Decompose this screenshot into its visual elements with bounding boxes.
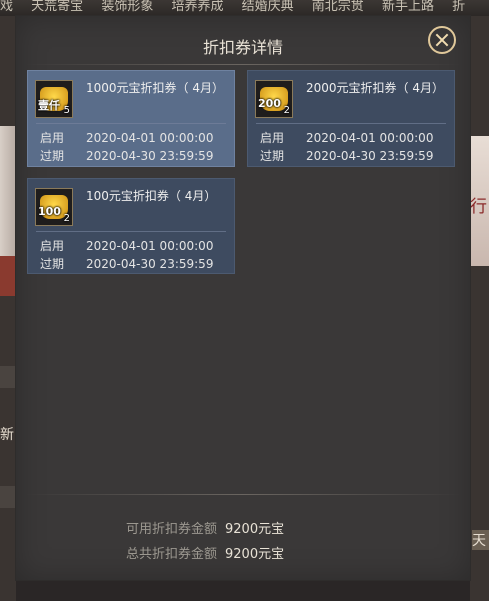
background-character-art [0,126,16,256]
start-label: 启用 [40,131,65,145]
background-left-strip [0,16,16,601]
coupon-name: 1000元宝折扣券（ 4月） [86,81,224,95]
coupon-start-row: 启用 2020-04-01 00:00:00 [40,129,213,146]
available-amount-row: 可用折扣券金额 9200元宝 [126,518,284,537]
top-menu-item[interactable]: 南北宗贯 [312,0,364,14]
start-time: 2020-04-01 00:00:00 [86,131,214,145]
top-menu-item[interactable]: 新手上路 [382,0,434,14]
total-amount-label: 总共折扣券金额 [126,547,218,562]
coupon-start-row: 启用 2020-04-01 00:00:00 [260,129,433,146]
coupon-count: 2 [283,105,290,116]
coupon-gold-icon: 200 2 [255,80,293,118]
top-menu-item[interactable]: 折 [452,0,465,14]
background-top-menu: 戏 天荒寄宝 装饰形象 培养养成 结婚庆典 南北宗贯 新手上路 折 [0,0,489,16]
coupon-icon-denomination: 100 [38,205,61,218]
top-menu-item[interactable]: 装饰形象 [101,0,153,14]
available-amount-value: 9200元宝 [225,522,285,537]
coupon-name: 100元宝折扣券（ 4月） [86,189,217,203]
coupon-count: 5 [63,105,70,116]
top-menu-item[interactable]: 结婚庆典 [242,0,294,14]
start-label: 启用 [40,239,65,253]
coupon-end-row: 过期 2020-04-30 23:59:59 [260,147,433,164]
coupon-name: 2000元宝折扣券（ 4月） [306,81,444,95]
coupon-icon-denomination: 壹仟 [38,99,60,112]
start-time: 2020-04-01 00:00:00 [306,131,434,145]
background-right-strip [470,16,489,601]
total-amount-row: 总共折扣券金额 9200元宝 [126,543,284,562]
top-menu-item[interactable]: 戏 [0,0,13,14]
coupon-card-2000[interactable]: 200 2 2000元宝折扣券（ 4月） 启用 2020-04-01 00:00:… [247,70,455,167]
end-time: 2020-04-30 23:59:59 [86,257,214,271]
background-right-button[interactable]: 天 [472,530,489,550]
start-time: 2020-04-01 00:00:00 [86,239,214,253]
coupon-gold-icon: 100 2 [35,188,73,226]
coupon-start-row: 启用 2020-04-01 00:00:00 [40,237,213,254]
coupon-icon-denomination: 200 [258,97,281,110]
background-right-label: 行 [470,197,487,217]
divider [26,494,460,495]
background-left-label: 新 [0,427,14,443]
coupon-gold-icon: 壹仟 5 [35,80,73,118]
divider [36,231,226,232]
coupon-end-row: 过期 2020-04-30 23:59:59 [40,255,213,272]
background-art [0,256,16,296]
start-label: 启用 [260,131,285,145]
coupon-card-1000[interactable]: 壹仟 5 1000元宝折扣券（ 4月） 启用 2020-04-01 00:00:0… [27,70,235,167]
divider [256,123,446,124]
top-menu-item[interactable]: 培养养成 [171,0,223,14]
end-time: 2020-04-30 23:59:59 [86,149,214,163]
background-bar [0,486,16,508]
end-time: 2020-04-30 23:59:59 [306,149,434,163]
available-amount-label: 可用折扣券金额 [126,522,218,537]
divider [26,64,460,65]
divider [36,123,226,124]
background-bar [0,366,16,388]
coupon-count: 2 [63,213,70,224]
coupon-details-dialog: 折扣券详情 壹仟 5 1000元宝折扣券（ 4月） 启用 2020-04-01 0… [16,16,470,580]
coupon-card-100[interactable]: 100 2 100元宝折扣券（ 4月） 启用 2020-04-01 00:00:0… [27,178,235,274]
total-amount-value: 9200元宝 [225,547,285,562]
dialog-title: 折扣券详情 [202,38,283,57]
close-button[interactable] [428,26,456,54]
end-label: 过期 [260,149,285,163]
end-label: 过期 [40,257,65,271]
coupon-end-row: 过期 2020-04-30 23:59:59 [40,147,213,164]
top-menu-item[interactable]: 天荒寄宝 [31,0,83,14]
end-label: 过期 [40,149,65,163]
